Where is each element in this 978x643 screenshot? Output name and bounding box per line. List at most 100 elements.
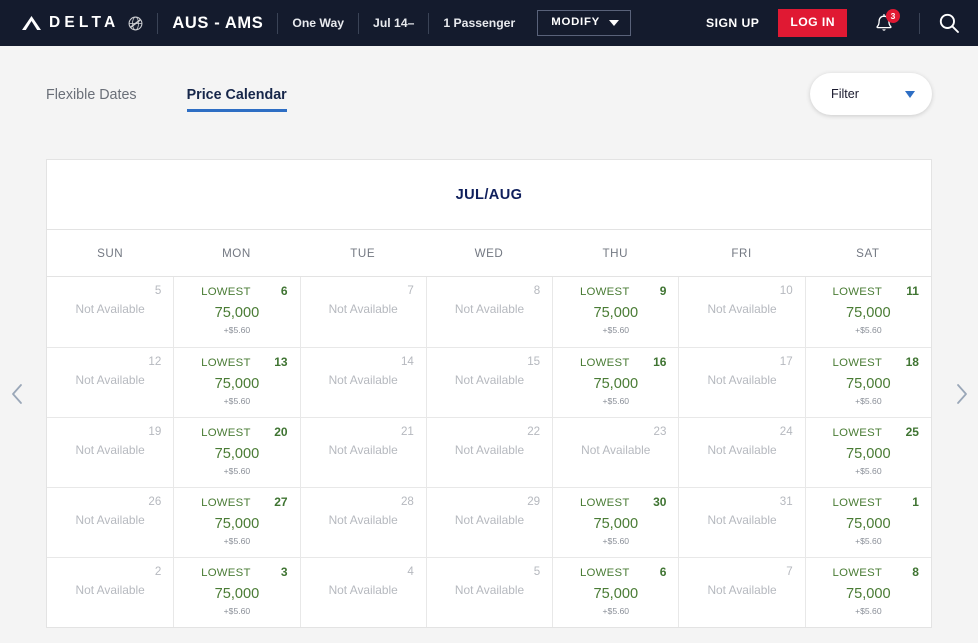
fare-miles-amount: 75,000 — [214, 305, 260, 322]
sign-up-link[interactable]: SIGN UP — [706, 16, 759, 30]
calendar-day-cell-available[interactable]: 6 LOWEST 75,000 +$5.60 — [552, 557, 679, 627]
not-available-label: Not Available — [454, 513, 525, 527]
delta-logo[interactable]: DELTA — [22, 15, 143, 31]
calendar-day-cell-unavailable: 17 Not Available — [678, 347, 805, 417]
day-number: 3 — [280, 565, 288, 579]
calendar-week-row: 26 Not Available 27 LOWEST 75,000 +$5.60 28 Not… — [47, 487, 931, 557]
calendar-day-cell-available[interactable]: 13 LOWEST 75,000 +$5.60 — [173, 347, 300, 417]
delta-widget-icon — [22, 16, 41, 30]
day-number: 5 — [154, 284, 162, 297]
calendar-day-cell-unavailable: 4 Not Available — [299, 557, 426, 627]
calendar-week-row: 5 Not Available 6 LOWEST 75,000 +$5.60 7 Not Av… — [47, 277, 931, 347]
search-icon[interactable] — [938, 12, 960, 34]
fare-miles-amount: 75,000 — [846, 586, 891, 603]
not-available-label: Not Available — [454, 373, 525, 387]
divider — [919, 12, 920, 34]
day-of-week-mon: MON — [222, 247, 251, 260]
tab-flexible-dates[interactable]: Flexible Dates — [46, 87, 137, 112]
day-number: 19 — [148, 425, 162, 438]
skymiles-globe-icon — [128, 16, 143, 31]
lowest-fare-label: LOWEST — [832, 357, 883, 369]
fare-taxes-amount: +$5.60 — [855, 606, 882, 616]
divider — [358, 12, 360, 34]
tab-price-calendar[interactable]: Price Calendar — [186, 87, 287, 112]
calendar-week-row: 12 Not Available 13 LOWEST 75,000 +$5.60 14 Not… — [47, 347, 931, 417]
day-number: 4 — [407, 565, 414, 578]
fare-miles-amount: 75,000 — [593, 586, 639, 603]
not-available-label: Not Available — [707, 443, 777, 457]
calendar-day-cell-available[interactable]: 3 LOWEST 75,000 +$5.60 — [173, 557, 300, 627]
calendar-day-cell-unavailable: 14 Not Available — [299, 347, 426, 417]
day-number: 8 — [533, 284, 541, 297]
day-number: 30 — [653, 495, 667, 509]
fare-taxes-amount: +$5.60 — [602, 325, 630, 335]
price-calendar-area: JUL/AUG SUN MON TUE WED THU FRI SAT 5 Not… — [11, 159, 967, 628]
not-available-label: Not Available — [75, 513, 145, 527]
not-available-label: Not Available — [328, 373, 398, 387]
day-of-week-header-row: SUN MON TUE WED THU FRI SAT — [47, 230, 931, 277]
calendar-weeks: 5 Not Available 6 LOWEST 75,000 +$5.60 7 Not Av… — [47, 277, 931, 627]
fare-miles-amount: 75,000 — [846, 376, 891, 393]
calendar-day-cell-available[interactable]: 11 LOWEST 75,000 +$5.60 — [804, 277, 931, 347]
modify-button-label: MODIFY — [551, 16, 601, 29]
calendar-day-cell-available[interactable]: 9 LOWEST 75,000 +$5.60 — [552, 277, 678, 347]
day-number: 8 — [912, 565, 919, 579]
calendar-day-cell-unavailable: 21 Not Available — [299, 417, 426, 487]
lowest-fare-label: LOWEST — [832, 427, 883, 439]
fare-miles-amount: 75,000 — [846, 516, 891, 533]
day-number: 12 — [148, 355, 162, 368]
fare-miles-amount: 75,000 — [593, 516, 639, 533]
lowest-fare-label: LOWEST — [832, 497, 883, 509]
calendar-day-cell-unavailable: 31 Not Available — [678, 487, 805, 557]
lowest-fare-label: LOWEST — [579, 497, 630, 509]
notification-bell-icon[interactable]: 3 — [873, 9, 900, 35]
not-available-label: Not Available — [75, 373, 145, 387]
day-number: 6 — [659, 565, 667, 579]
calendar-day-cell-unavailable: 7 Not Available — [678, 557, 805, 627]
calendar-day-cell-available[interactable]: 16 LOWEST 75,000 +$5.60 — [552, 347, 679, 417]
calendar-day-cell-available[interactable]: 18 LOWEST 75,000 +$5.60 — [804, 347, 931, 417]
log-in-button[interactable]: LOG IN — [778, 9, 847, 37]
view-tabs: Flexible Dates Price Calendar Filter — [0, 73, 978, 141]
calendar-day-cell-available[interactable]: 30 LOWEST 75,000 +$5.60 — [552, 487, 679, 557]
fare-miles-amount: 75,000 — [593, 376, 639, 393]
fare-taxes-amount: +$5.60 — [602, 606, 630, 616]
calendar-day-cell-available[interactable]: 1 LOWEST 75,000 +$5.60 — [804, 487, 931, 557]
calendar-day-cell-available[interactable]: 25 LOWEST 75,000 +$5.60 — [804, 417, 931, 487]
filter-button[interactable]: Filter — [810, 73, 932, 115]
fare-miles-amount: 75,000 — [593, 305, 639, 322]
fare-taxes-amount: +$5.60 — [855, 536, 882, 546]
calendar-day-cell-available[interactable]: 20 LOWEST 75,000 +$5.60 — [173, 417, 300, 487]
fare-taxes-amount: +$5.60 — [855, 396, 882, 406]
not-available-label: Not Available — [454, 583, 525, 597]
day-number: 27 — [274, 495, 288, 509]
divider — [157, 12, 159, 34]
fare-miles-amount: 75,000 — [214, 586, 260, 603]
calendar-day-cell-available[interactable]: 27 LOWEST 75,000 +$5.60 — [173, 487, 300, 557]
next-week-arrow[interactable] — [948, 377, 974, 411]
day-number: 7 — [786, 565, 793, 578]
day-number: 20 — [274, 425, 288, 439]
not-available-label: Not Available — [75, 443, 145, 457]
calendar-day-cell-unavailable: 26 Not Available — [47, 487, 174, 557]
not-available-label: Not Available — [328, 302, 398, 316]
day-number: 17 — [779, 355, 793, 368]
not-available-label: Not Available — [707, 583, 777, 597]
day-of-week-sat: SAT — [856, 247, 880, 260]
lowest-fare-label: LOWEST — [201, 497, 251, 509]
previous-week-arrow[interactable] — [4, 377, 30, 411]
day-of-week-wed: WED — [474, 247, 504, 260]
calendar-day-cell-available[interactable]: 8 LOWEST 75,000 +$5.60 — [804, 557, 931, 627]
day-number: 16 — [653, 355, 667, 369]
filter-button-label: Filter — [831, 87, 859, 101]
trip-type-label: One Way — [292, 16, 345, 30]
day-number: 18 — [905, 355, 919, 369]
modify-search-button[interactable]: MODIFY — [537, 10, 632, 36]
day-of-week-thu: THU — [602, 247, 629, 260]
day-number: 21 — [400, 425, 414, 438]
fare-taxes-amount: +$5.60 — [223, 396, 251, 406]
day-number: 2 — [154, 565, 162, 578]
header-actions: SIGN UP LOG IN 3 — [706, 9, 960, 37]
day-number: 13 — [274, 355, 288, 369]
calendar-day-cell-available[interactable]: 6 LOWEST 75,000 +$5.60 — [173, 277, 299, 347]
